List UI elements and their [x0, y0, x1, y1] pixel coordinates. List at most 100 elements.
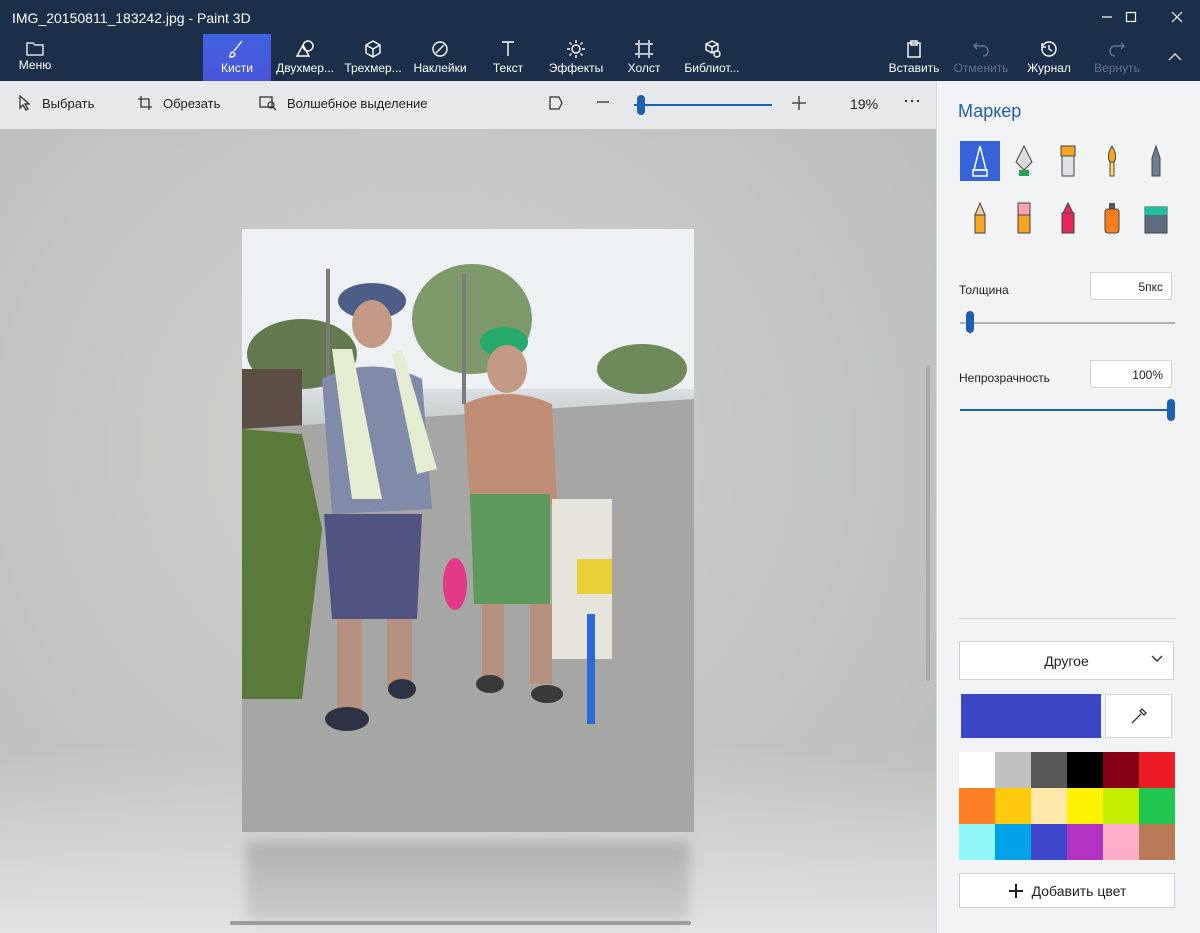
close-button[interactable] [1154, 0, 1200, 34]
color-swatch[interactable] [995, 824, 1031, 860]
tab-3d-shapes[interactable]: Трехмер... [339, 34, 407, 81]
color-swatch[interactable] [1103, 788, 1139, 824]
tab-text[interactable]: Текст [474, 34, 542, 81]
color-swatch[interactable] [1103, 752, 1139, 788]
cursor-icon [19, 95, 31, 111]
watercolor-brush[interactable] [1092, 141, 1132, 181]
minus-icon [597, 101, 609, 103]
marker-icon [972, 145, 988, 177]
panel-divider [958, 618, 1176, 619]
redo-label: Вернуть [1094, 61, 1140, 75]
zoom-in-button[interactable] [791, 95, 807, 111]
thickness-input[interactable]: 5пкс [1090, 272, 1172, 300]
color-mode-dropdown[interactable]: Другое [959, 641, 1174, 680]
zoom-percent: 19% [850, 96, 879, 112]
view-toggle-button[interactable] [548, 95, 564, 111]
eyedropper-button[interactable] [1105, 694, 1172, 738]
crayon-brush[interactable] [1048, 198, 1088, 238]
photo-canvas[interactable] [242, 229, 694, 832]
plus-icon [792, 96, 806, 110]
eyedropper-icon [1131, 708, 1147, 724]
tab-brushes[interactable]: Кисти [203, 34, 271, 81]
current-color-swatch[interactable] [961, 694, 1101, 738]
select-label: Выбрать [42, 95, 95, 111]
color-mode-value: Другое [1044, 653, 1089, 669]
horizontal-scrollbar[interactable] [230, 921, 691, 925]
calligraphy-pen-brush[interactable] [1004, 141, 1044, 181]
crop-button[interactable]: Обрезать [137, 95, 220, 111]
paste-button[interactable]: Вставить [880, 34, 948, 81]
canvas-area[interactable] [0, 129, 936, 933]
color-swatch[interactable] [959, 788, 995, 824]
zoom-slider-thumb[interactable] [637, 95, 645, 115]
tab-label: Наклейки [413, 61, 467, 75]
more-icon: ⋯ [903, 91, 921, 111]
folder-icon [26, 42, 44, 56]
color-swatch[interactable] [959, 752, 995, 788]
3d-shapes-icon [365, 40, 381, 58]
undo-label: Отменить [953, 61, 1009, 75]
thickness-slider-thumb[interactable] [966, 311, 974, 333]
color-swatch[interactable] [1067, 752, 1103, 788]
paste-label: Вставить [888, 61, 940, 75]
marker-brush[interactable] [960, 141, 1000, 181]
tab-library[interactable]: Библиот... [678, 34, 746, 81]
color-swatch[interactable] [1031, 788, 1067, 824]
stickers-icon [432, 41, 448, 57]
color-swatch[interactable] [1139, 788, 1175, 824]
zoom-out-button[interactable] [596, 95, 610, 109]
oil-brush[interactable] [1048, 141, 1088, 181]
add-color-label: Добавить цвет [1031, 882, 1127, 899]
crop-icon [138, 96, 152, 110]
undo-button[interactable]: Отменить [947, 34, 1015, 81]
tab-label: Текст [492, 61, 524, 75]
fill-brush[interactable] [1136, 198, 1176, 238]
history-icon [1041, 41, 1057, 57]
history-label: Журнал [1027, 61, 1071, 75]
menu-button[interactable]: Меню [10, 36, 60, 78]
eraser-brush[interactable] [1004, 198, 1044, 238]
canvas-icon [635, 40, 653, 58]
color-swatch[interactable] [1139, 824, 1175, 860]
color-swatch[interactable] [1067, 824, 1103, 860]
add-color-button[interactable]: Добавить цвет [959, 873, 1175, 908]
pencil-brush[interactable] [960, 198, 1000, 238]
tab-effects[interactable]: Эффекты [542, 34, 610, 81]
opacity-slider-track[interactable] [960, 409, 1172, 411]
pixel-pen-icon [1151, 144, 1161, 177]
color-swatch[interactable] [1067, 788, 1103, 824]
color-swatch[interactable] [995, 752, 1031, 788]
title-ribbon-bar: IMG_20150811_183242.jpg - Paint 3D Меню … [0, 0, 1200, 81]
maximize-button[interactable] [1108, 0, 1154, 34]
vertical-scrollbar[interactable] [926, 365, 930, 681]
color-swatch[interactable] [1031, 824, 1067, 860]
thickness-slider-track[interactable] [960, 322, 1175, 324]
tab-stickers[interactable]: Наклейки [406, 34, 474, 81]
tab-canvas[interactable]: Холст [610, 34, 678, 81]
pixel-pen-brush[interactable] [1136, 141, 1176, 181]
paste-icon [907, 40, 921, 58]
opacity-input[interactable]: 100% [1090, 360, 1172, 388]
spray-can-brush[interactable] [1092, 198, 1132, 238]
color-palette [959, 752, 1175, 860]
collapse-ribbon-button[interactable] [1152, 40, 1198, 74]
crayon-icon [1061, 201, 1075, 234]
opacity-slider-thumb[interactable] [1167, 399, 1175, 421]
tab-2d-shapes[interactable]: Двухмер... [271, 34, 339, 81]
color-swatch[interactable] [1031, 752, 1067, 788]
more-options-button[interactable]: ⋯ [903, 91, 921, 112]
history-button[interactable]: Журнал [1015, 34, 1083, 81]
magic-select-button[interactable]: Волшебное выделение [259, 95, 428, 111]
undo-icon [973, 42, 989, 57]
select-button[interactable]: Выбрать [18, 95, 94, 111]
watercolor-icon [1107, 145, 1117, 177]
zoom-slider-track[interactable] [634, 104, 772, 106]
window-title: IMG_20150811_183242.jpg - Paint 3D [12, 10, 251, 26]
flag-icon [549, 96, 563, 110]
color-swatch[interactable] [995, 788, 1031, 824]
thickness-label: Толщина [959, 283, 1009, 297]
color-swatch[interactable] [1139, 752, 1175, 788]
color-swatch[interactable] [959, 824, 995, 860]
color-swatch[interactable] [1103, 824, 1139, 860]
redo-button[interactable]: Вернуть [1083, 34, 1151, 81]
